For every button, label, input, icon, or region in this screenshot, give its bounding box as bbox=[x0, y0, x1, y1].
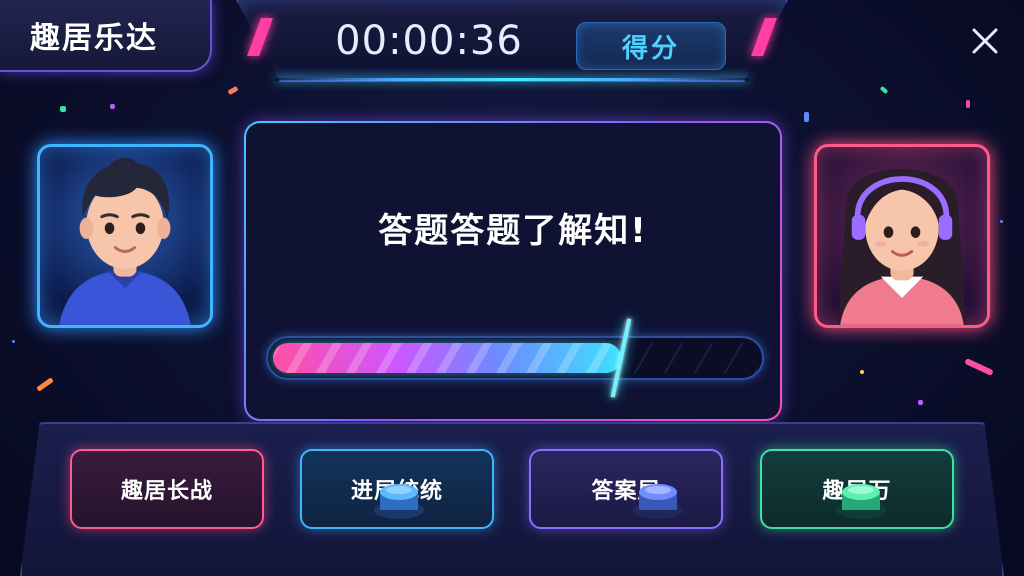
game-timer: 00:00:36 bbox=[335, 18, 523, 64]
player-right-avatar bbox=[814, 144, 990, 328]
boy-avatar-illustration bbox=[59, 157, 191, 325]
buzzer-icon[interactable] bbox=[834, 476, 888, 520]
buzzer-icon[interactable] bbox=[372, 476, 426, 520]
sparkle bbox=[804, 112, 809, 122]
question-text: 答题答题了解知! bbox=[378, 211, 648, 251]
game-title: 趣居乐达 bbox=[30, 21, 158, 56]
sparkle bbox=[966, 100, 970, 108]
game-title-badge: 趣居乐达 bbox=[0, 0, 212, 72]
question-panel: 答题答题了解知! bbox=[244, 121, 782, 421]
sparkle bbox=[110, 104, 115, 109]
progress-fill bbox=[273, 343, 621, 373]
answer-progress-bar bbox=[266, 336, 764, 380]
sparkle bbox=[879, 85, 889, 95]
sparkle bbox=[12, 340, 15, 343]
score-button[interactable]: 得分 bbox=[576, 22, 726, 70]
action-button-3[interactable]: 答案居 bbox=[529, 449, 723, 529]
close-button[interactable] bbox=[966, 22, 1004, 60]
sparkle bbox=[918, 400, 923, 405]
buzzer-icon[interactable] bbox=[631, 476, 685, 520]
sparkle bbox=[964, 357, 994, 377]
action-button-1-label: 趣居长战 bbox=[120, 479, 213, 504]
action-button-1[interactable]: 趣居长战 bbox=[70, 449, 264, 529]
sparkle bbox=[60, 106, 66, 112]
sparkle bbox=[36, 377, 54, 392]
sparkle bbox=[1000, 220, 1003, 223]
progress-empty-track bbox=[621, 343, 757, 373]
sparkle bbox=[860, 370, 864, 374]
girl-avatar-illustration bbox=[838, 168, 966, 325]
sparkle bbox=[227, 85, 239, 96]
player-left-avatar bbox=[37, 144, 213, 328]
top-glow-line bbox=[275, 78, 749, 81]
close-icon bbox=[972, 28, 998, 54]
